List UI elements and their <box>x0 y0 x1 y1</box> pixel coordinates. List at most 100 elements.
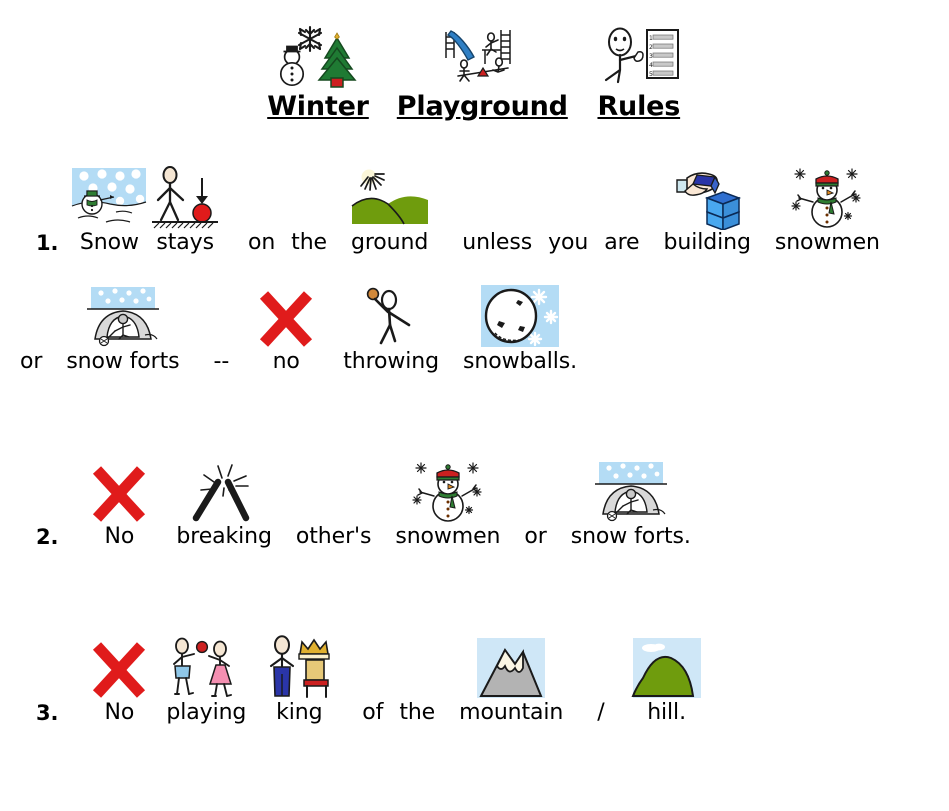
title-label-winter: Winter <box>267 91 369 122</box>
token-stays: stays <box>148 158 222 255</box>
rule-3-line-1: 3. No playing king of the mountain / hil… <box>0 628 949 725</box>
token-slash: / <box>589 628 612 725</box>
token-on: on <box>240 158 283 255</box>
sun-over-green-hills-icon <box>343 158 436 230</box>
page-title-row: Winter Playground 1 2 3 4 5 Rules <box>0 0 949 122</box>
token-or-2: or <box>516 452 554 549</box>
word-label: snowballs. <box>463 348 578 374</box>
rule-number-1: 1. <box>36 230 59 255</box>
word-label: building <box>663 229 751 255</box>
word-label: king <box>276 699 323 725</box>
two-kids-ball-icon <box>158 628 254 700</box>
stays-falling-ball-icon <box>148 158 222 230</box>
token-snow: Snow <box>70 158 148 255</box>
token-building: building <box>656 158 759 255</box>
token-snowmen: snowmen <box>767 158 888 255</box>
svg-text:2: 2 <box>649 44 653 51</box>
rules-person-list-icon: 1 2 3 4 5 <box>596 22 682 88</box>
snowy-scene-icon <box>70 158 148 230</box>
winter-snowman-tree-icon <box>271 22 365 88</box>
word-label: snow forts. <box>570 524 691 550</box>
token-snow-forts: snow forts <box>58 277 187 374</box>
breaking-sticks-icon <box>168 452 280 524</box>
token-of: of <box>354 628 391 725</box>
rule-item-2: 2. No breaking other's snowmen or snow f… <box>0 452 949 549</box>
token-or: or <box>12 277 50 374</box>
red-x-icon <box>255 277 317 349</box>
word-label: No <box>104 699 135 725</box>
token-snowmen-2: snowmen <box>387 452 508 549</box>
rule-item-3: 3. No playing king of the mountain / hil… <box>0 628 949 725</box>
snowman-snowflakes-icon <box>387 452 508 524</box>
rule-1-line-1: 1. Snow stays on the ground unless you a… <box>0 158 949 255</box>
token-no: no <box>255 277 317 374</box>
rule-1-line-2: or snow forts -- no throwing snowballs. <box>0 277 949 374</box>
word-label: playing <box>166 699 247 725</box>
token-playing: playing <box>158 628 254 725</box>
green-hill-icon <box>631 628 703 700</box>
snow-fort-icon <box>563 452 699 524</box>
word-label: snowmen <box>395 524 501 550</box>
token-breaking: breaking <box>168 452 280 549</box>
token-no-3: No <box>88 628 150 725</box>
playground-slide-seesaw-icon <box>438 22 526 88</box>
word-label: hill. <box>647 699 686 725</box>
token-the-3: the <box>391 628 443 725</box>
token-king: king <box>262 628 336 725</box>
word-label: / <box>597 699 605 725</box>
token-mountain: mountain <box>451 628 571 725</box>
svg-text:3: 3 <box>649 53 653 60</box>
word-label: the <box>291 229 327 255</box>
word-label: or <box>20 348 43 374</box>
word-label: you <box>548 229 589 255</box>
word-label: the <box>399 699 436 725</box>
word-label: mountain <box>459 699 564 725</box>
rule-item-1: 1. Snow stays on the ground unless you a… <box>0 158 949 375</box>
person-throwing-icon <box>335 277 447 349</box>
rule-number-2: 2. <box>36 525 59 550</box>
svg-text:4: 4 <box>649 62 653 69</box>
word-label: No <box>104 524 135 550</box>
title-label-playground: Playground <box>396 91 568 122</box>
token-the: the <box>283 158 335 255</box>
token-you: you <box>540 158 596 255</box>
red-x-icon <box>88 452 150 524</box>
token-ground: ground <box>343 158 436 255</box>
word-label: on <box>247 229 276 255</box>
word-label: breaking <box>176 524 272 550</box>
token-unless: unless <box>454 158 540 255</box>
snowman-snowflakes-icon <box>767 158 888 230</box>
word-label: ground <box>350 229 429 255</box>
token-dashes: -- <box>206 277 238 374</box>
title-label-rules: Rules <box>597 91 681 122</box>
token-snow-forts-2: snow forts. <box>563 452 699 549</box>
token-snowballs: snowballs. <box>455 277 585 374</box>
word-label: of <box>362 699 384 725</box>
red-x-icon <box>88 628 150 700</box>
mountain-icon <box>451 628 571 700</box>
word-label: unless <box>462 229 533 255</box>
word-label: other's <box>295 524 372 550</box>
word-label: throwing <box>343 348 440 374</box>
word-label: Snow <box>79 229 139 255</box>
word-label: -- <box>213 348 230 374</box>
rule-2-line-1: 2. No breaking other's snowmen or snow f… <box>0 452 949 549</box>
snow-fort-icon <box>58 277 187 349</box>
token-are: are <box>596 158 647 255</box>
word-label: snowmen <box>774 229 880 255</box>
hand-stacking-blocks-icon <box>656 158 759 230</box>
word-label: snow forts <box>66 348 180 374</box>
title-word-winter: Winter <box>267 22 369 122</box>
title-word-rules: 1 2 3 4 5 Rules <box>596 22 682 122</box>
title-word-playground: Playground <box>397 22 568 122</box>
svg-text:1: 1 <box>649 35 653 42</box>
rules-list: 1. Snow stays on the ground unless you a… <box>0 158 949 725</box>
snowball-icon <box>455 277 585 349</box>
token-hill: hill. <box>631 628 703 725</box>
svg-text:5: 5 <box>649 71 653 78</box>
token-others: other's <box>288 452 379 549</box>
word-label: are <box>604 229 640 255</box>
word-label: no <box>272 348 300 374</box>
king-crown-throne-icon <box>262 628 336 700</box>
token-throwing: throwing <box>335 277 447 374</box>
